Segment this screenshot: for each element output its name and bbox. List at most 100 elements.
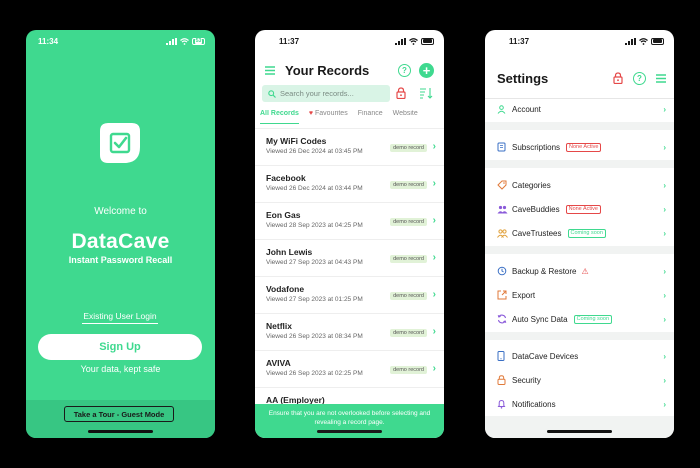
existing-user-login-link[interactable]: Existing User Login bbox=[82, 311, 158, 324]
tab-favourites[interactable]: ♥ Favourites bbox=[309, 110, 348, 124]
device-icon bbox=[497, 351, 509, 361]
settings-item-cavetrustees[interactable]: CaveTrustees Coming soon › bbox=[497, 225, 666, 241]
heart-icon: ♥ bbox=[308, 110, 314, 117]
home-indicator bbox=[317, 430, 382, 433]
chevron-right-icon: › bbox=[663, 290, 666, 300]
welcome-text: Welcome to bbox=[94, 206, 147, 217]
history-icon bbox=[497, 266, 509, 276]
settings-item-security[interactable]: Security › bbox=[497, 372, 666, 388]
lock-icon bbox=[497, 375, 509, 385]
chevron-right-icon: › bbox=[663, 351, 666, 361]
guest-tour-button[interactable]: Take a Tour - Guest Mode bbox=[64, 406, 174, 422]
wifi-icon bbox=[180, 37, 189, 45]
page-title: Your Records bbox=[285, 62, 370, 78]
record-row[interactable]: My WiFi Codes Viewed 26 Dec 2024 at 03:4… bbox=[255, 128, 444, 165]
record-row[interactable]: John Lewis Viewed 27 Sep 2023 at 04:43 P… bbox=[255, 239, 444, 276]
status-bar: 11:37 bbox=[485, 30, 674, 52]
settings-item-subscriptions[interactable]: Subscriptions None Active › bbox=[497, 139, 666, 155]
demo-badge: demo record bbox=[390, 144, 427, 152]
battery-icon bbox=[421, 37, 434, 45]
chevron-right-icon: › bbox=[432, 141, 436, 152]
status-badge: None Active bbox=[565, 204, 601, 214]
wifi-icon bbox=[409, 37, 418, 45]
privacy-notice-bar: Ensure that you are not overlooked befor… bbox=[255, 404, 444, 438]
chevron-right-icon: › bbox=[432, 178, 436, 189]
chevron-right-icon: › bbox=[432, 215, 436, 226]
status-badge: Coming soon bbox=[567, 228, 606, 238]
chevron-right-icon: › bbox=[663, 142, 666, 152]
status-badge: None Active bbox=[566, 142, 602, 152]
tag-icon bbox=[497, 180, 509, 190]
search-icon bbox=[268, 89, 276, 98]
battery-icon bbox=[651, 37, 664, 45]
settings-screen: 11:37 Settings ? Account › Subscriptions… bbox=[485, 30, 674, 438]
brand-title: DataCave bbox=[71, 230, 170, 253]
search-input[interactable]: Search your records... bbox=[262, 85, 390, 102]
chevron-right-icon: › bbox=[663, 375, 666, 385]
tab-website[interactable]: Website bbox=[393, 110, 418, 124]
status-time: 11:34 bbox=[38, 36, 59, 46]
trustees-icon bbox=[497, 228, 509, 238]
help-icon[interactable]: ? bbox=[633, 71, 646, 85]
datacave-logo-icon bbox=[100, 123, 140, 163]
help-icon[interactable]: ? bbox=[398, 63, 411, 77]
settings-header: Settings ? bbox=[497, 68, 666, 88]
settings-item-notifications[interactable]: Notifications › bbox=[497, 396, 666, 412]
chevron-right-icon: › bbox=[663, 204, 666, 214]
search-placeholder: Search your records... bbox=[280, 89, 354, 98]
settings-item-devices[interactable]: DataCave Devices › bbox=[497, 348, 666, 364]
records-header: Your Records ? + bbox=[265, 60, 434, 80]
chevron-right-icon: › bbox=[432, 326, 436, 337]
user-icon bbox=[497, 104, 509, 114]
status-bar: 11:34 53 bbox=[26, 30, 215, 52]
chevron-right-icon: › bbox=[432, 289, 436, 300]
settings-item-backup[interactable]: Backup & Restore ⚠ › bbox=[497, 263, 666, 279]
category-tabs: All Records ♥ Favourites Finance Website bbox=[260, 110, 444, 124]
chevron-right-icon: › bbox=[432, 252, 436, 263]
chevron-right-icon: › bbox=[663, 314, 666, 324]
settings-item-cavebuddies[interactable]: CaveBuddies None Active › bbox=[497, 201, 666, 217]
records-list: My WiFi Codes Viewed 26 Dec 2024 at 03:4… bbox=[255, 128, 444, 424]
settings-item-categories[interactable]: Categories › bbox=[497, 177, 666, 193]
bell-icon bbox=[497, 399, 509, 409]
demo-badge: demo record bbox=[390, 366, 427, 374]
privacy-notice: Ensure that you are not overlooked befor… bbox=[268, 410, 431, 426]
record-row[interactable]: AVIVA Viewed 26 Sep 2023 at 02:25 PM dem… bbox=[255, 350, 444, 387]
lock-icon[interactable] bbox=[396, 87, 406, 99]
settings-item-autosync[interactable]: Auto Sync Data Coming soon › bbox=[497, 311, 666, 327]
signal-icon bbox=[625, 37, 636, 45]
settings-item-export[interactable]: Export › bbox=[497, 287, 666, 303]
page-title: Settings bbox=[497, 70, 549, 86]
sort-icon[interactable] bbox=[419, 87, 433, 99]
demo-badge: demo record bbox=[390, 292, 427, 300]
menu-icon[interactable] bbox=[656, 73, 666, 83]
record-row[interactable]: Facebook Viewed 26 Dec 2024 at 03:44 PM … bbox=[255, 165, 444, 202]
status-badge: Coming soon bbox=[573, 314, 613, 324]
welcome-screen: 11:34 53 Welcome to DataCave Instant Pas… bbox=[26, 30, 215, 438]
demo-badge: demo record bbox=[390, 181, 427, 189]
tab-all-records[interactable]: All Records bbox=[260, 110, 299, 124]
home-indicator bbox=[547, 430, 612, 433]
signal-icon bbox=[395, 37, 406, 45]
demo-badge: demo record bbox=[390, 255, 427, 263]
menu-icon[interactable] bbox=[265, 65, 275, 75]
tab-finance[interactable]: Finance bbox=[358, 110, 383, 124]
add-record-button[interactable]: + bbox=[419, 62, 434, 78]
subscriptions-icon bbox=[497, 142, 509, 152]
chevron-right-icon: › bbox=[663, 266, 666, 276]
record-row[interactable]: Eon Gas Viewed 28 Sep 2023 at 04:25 PM d… bbox=[255, 202, 444, 239]
sign-up-button[interactable]: Sign Up bbox=[38, 334, 202, 360]
home-indicator bbox=[88, 430, 153, 433]
chevron-right-icon: › bbox=[663, 180, 666, 190]
demo-badge: demo record bbox=[390, 329, 427, 337]
warning-icon: ⚠ bbox=[581, 266, 589, 276]
record-row[interactable]: Vodafone Viewed 27 Sep 2023 at 01:25 PM … bbox=[255, 276, 444, 313]
brand-tagline: Instant Password Recall bbox=[68, 255, 173, 265]
kept-safe-text: Your data, kept safe bbox=[80, 364, 161, 374]
settings-item-account[interactable]: Account › bbox=[497, 101, 666, 117]
lock-icon[interactable] bbox=[613, 72, 623, 84]
record-row[interactable]: Netflix Viewed 26 Sep 2023 at 08:34 PM d… bbox=[255, 313, 444, 350]
battery-icon: 53 bbox=[192, 37, 205, 45]
signal-icon bbox=[166, 37, 177, 45]
chevron-right-icon: › bbox=[663, 399, 666, 409]
